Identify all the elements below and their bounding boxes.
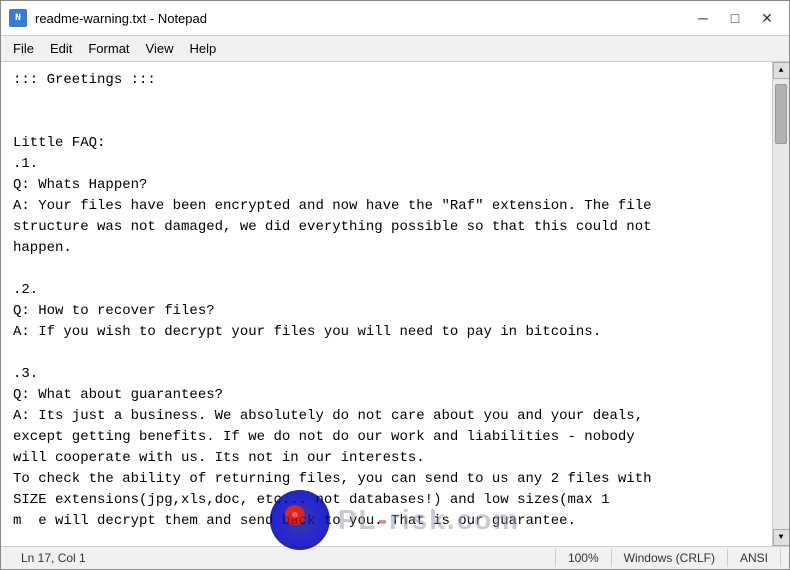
scroll-track[interactable] xyxy=(773,79,789,529)
line-ending: Windows (CRLF) xyxy=(612,549,728,567)
title-controls: ─ □ ✕ xyxy=(689,7,781,29)
menu-format[interactable]: Format xyxy=(80,38,137,59)
menu-help[interactable]: Help xyxy=(181,38,224,59)
app-icon-text: N xyxy=(15,13,21,24)
content-area: ::: Greetings ::: Little FAQ: .1. Q: Wha… xyxy=(1,62,789,546)
cursor-position: Ln 17, Col 1 xyxy=(9,549,556,567)
maximize-button[interactable]: □ xyxy=(721,7,749,29)
scroll-thumb[interactable] xyxy=(775,84,787,144)
title-bar: N readme-warning.txt - Notepad ─ □ ✕ xyxy=(1,1,789,36)
status-bar: Ln 17, Col 1 100% Windows (CRLF) ANSI xyxy=(1,546,789,569)
encoding: ANSI xyxy=(728,549,781,567)
minimize-button[interactable]: ─ xyxy=(689,7,717,29)
window-title: readme-warning.txt - Notepad xyxy=(35,11,207,26)
zoom-level: 100% xyxy=(556,549,612,567)
menu-file[interactable]: File xyxy=(5,38,42,59)
scroll-up-button[interactable]: ▲ xyxy=(773,62,790,79)
title-left: N readme-warning.txt - Notepad xyxy=(9,9,207,27)
scroll-down-button[interactable]: ▼ xyxy=(773,529,790,546)
menu-bar: File Edit Format View Help xyxy=(1,36,789,62)
close-button[interactable]: ✕ xyxy=(753,7,781,29)
scrollbar[interactable]: ▲ ▼ xyxy=(772,62,789,546)
menu-view[interactable]: View xyxy=(138,38,182,59)
app-icon: N xyxy=(9,9,27,27)
notepad-window: N readme-warning.txt - Notepad ─ □ ✕ Fil… xyxy=(0,0,790,570)
text-editor[interactable]: ::: Greetings ::: Little FAQ: .1. Q: Wha… xyxy=(1,62,772,546)
menu-edit[interactable]: Edit xyxy=(42,38,80,59)
